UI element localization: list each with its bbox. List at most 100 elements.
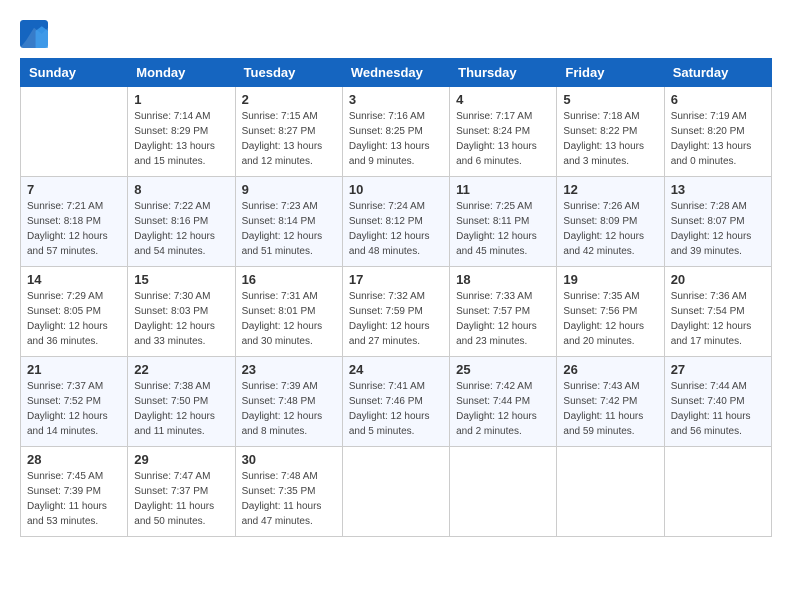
day-number: 2 xyxy=(242,92,336,107)
calendar-header-row: SundayMondayTuesdayWednesdayThursdayFrid… xyxy=(21,59,772,87)
day-info: Sunrise: 7:31 AM Sunset: 8:01 PM Dayligh… xyxy=(242,289,336,349)
day-info: Sunrise: 7:23 AM Sunset: 8:14 PM Dayligh… xyxy=(242,199,336,259)
calendar-cell: 11Sunrise: 7:25 AM Sunset: 8:11 PM Dayli… xyxy=(450,177,557,267)
day-info: Sunrise: 7:44 AM Sunset: 7:40 PM Dayligh… xyxy=(671,379,765,439)
calendar-cell: 17 Sunrise: 7:32 AM Sunset: 7:59 PM Dayli… xyxy=(342,267,449,357)
col-header-sunday: Sunday xyxy=(21,59,128,87)
col-header-monday: Monday xyxy=(128,59,235,87)
day-info: Sunrise: 7:35 AM Sunset: 7:56 PM Dayligh… xyxy=(563,289,657,349)
week-row-3: 14Sunrise: 7:29 AM Sunset: 8:05 PM Dayli… xyxy=(21,267,772,357)
calendar-cell xyxy=(450,447,557,537)
day-number: 27 xyxy=(671,362,765,377)
day-info: Sunrise: 7:37 AM Sunset: 7:52 PM Dayligh… xyxy=(27,379,121,439)
day-info: Sunrise: 7:38 AM Sunset: 7:50 PM Dayligh… xyxy=(134,379,228,439)
calendar-cell: 21 Sunrise: 7:37 AM Sunset: 7:52 PM Dayli… xyxy=(21,357,128,447)
calendar-cell: 2 Sunrise: 7:15 AM Sunset: 8:27 PM Daylig… xyxy=(235,87,342,177)
col-header-wednesday: Wednesday xyxy=(342,59,449,87)
day-info: Sunrise: 7:28 AM Sunset: 8:07 PM Dayligh… xyxy=(671,199,765,259)
day-number: 30 xyxy=(242,452,336,467)
day-number: 10 xyxy=(349,182,443,197)
calendar-cell: 13Sunrise: 7:28 AM Sunset: 8:07 PM Dayli… xyxy=(664,177,771,267)
day-info: Sunrise: 7:47 AM Sunset: 7:37 PM Dayligh… xyxy=(134,469,228,529)
day-info: Sunrise: 7:16 AM Sunset: 8:25 PM Dayligh… xyxy=(349,109,443,169)
logo-icon xyxy=(20,20,48,48)
day-info: Sunrise: 7:26 AM Sunset: 8:09 PM Dayligh… xyxy=(563,199,657,259)
calendar-cell: 3 Sunrise: 7:16 AM Sunset: 8:25 PM Daylig… xyxy=(342,87,449,177)
day-number: 3 xyxy=(349,92,443,107)
day-number: 25 xyxy=(456,362,550,377)
day-number: 12 xyxy=(563,182,657,197)
calendar-cell: 30 Sunrise: 7:48 AM Sunset: 7:35 PM Dayli… xyxy=(235,447,342,537)
calendar-cell: 6 Sunrise: 7:19 AM Sunset: 8:20 PM Daylig… xyxy=(664,87,771,177)
day-number: 14 xyxy=(27,272,121,287)
calendar-cell: 26 Sunrise: 7:43 AM Sunset: 7:42 PM Dayli… xyxy=(557,357,664,447)
day-number: 26 xyxy=(563,362,657,377)
day-number: 18 xyxy=(456,272,550,287)
day-number: 21 xyxy=(27,362,121,377)
week-row-1: 1Sunrise: 7:14 AM Sunset: 8:29 PM Daylig… xyxy=(21,87,772,177)
calendar-cell: 29 Sunrise: 7:47 AM Sunset: 7:37 PM Dayli… xyxy=(128,447,235,537)
day-info: Sunrise: 7:15 AM Sunset: 8:27 PM Dayligh… xyxy=(242,109,336,169)
day-number: 24 xyxy=(349,362,443,377)
day-info: Sunrise: 7:36 AM Sunset: 7:54 PM Dayligh… xyxy=(671,289,765,349)
day-info: Sunrise: 7:43 AM Sunset: 7:42 PM Dayligh… xyxy=(563,379,657,439)
calendar-cell: 19 Sunrise: 7:35 AM Sunset: 7:56 PM Dayli… xyxy=(557,267,664,357)
day-number: 6 xyxy=(671,92,765,107)
day-number: 23 xyxy=(242,362,336,377)
calendar-cell: 4 Sunrise: 7:17 AM Sunset: 8:24 PM Daylig… xyxy=(450,87,557,177)
calendar-cell: 7 Sunrise: 7:21 AM Sunset: 8:18 PM Daylig… xyxy=(21,177,128,267)
calendar-cell xyxy=(664,447,771,537)
calendar-cell: 23 Sunrise: 7:39 AM Sunset: 7:48 PM Dayli… xyxy=(235,357,342,447)
calendar-cell: 16 Sunrise: 7:31 AM Sunset: 8:01 PM Dayli… xyxy=(235,267,342,357)
page-header xyxy=(20,20,772,48)
day-number: 17 xyxy=(349,272,443,287)
day-number: 8 xyxy=(134,182,228,197)
col-header-thursday: Thursday xyxy=(450,59,557,87)
calendar-cell xyxy=(21,87,128,177)
day-number: 19 xyxy=(563,272,657,287)
day-info: Sunrise: 7:22 AM Sunset: 8:16 PM Dayligh… xyxy=(134,199,228,259)
calendar-cell: 1Sunrise: 7:14 AM Sunset: 8:29 PM Daylig… xyxy=(128,87,235,177)
day-info: Sunrise: 7:32 AM Sunset: 7:59 PM Dayligh… xyxy=(349,289,443,349)
day-info: Sunrise: 7:17 AM Sunset: 8:24 PM Dayligh… xyxy=(456,109,550,169)
calendar-cell: 22 Sunrise: 7:38 AM Sunset: 7:50 PM Dayli… xyxy=(128,357,235,447)
day-info: Sunrise: 7:45 AM Sunset: 7:39 PM Dayligh… xyxy=(27,469,121,529)
day-number: 22 xyxy=(134,362,228,377)
calendar-cell: 25 Sunrise: 7:42 AM Sunset: 7:44 PM Dayli… xyxy=(450,357,557,447)
calendar-cell: 12 Sunrise: 7:26 AM Sunset: 8:09 PM Dayli… xyxy=(557,177,664,267)
day-number: 4 xyxy=(456,92,550,107)
calendar-cell xyxy=(342,447,449,537)
calendar-cell: 10 Sunrise: 7:24 AM Sunset: 8:12 PM Dayli… xyxy=(342,177,449,267)
day-number: 15 xyxy=(134,272,228,287)
calendar-cell: 20Sunrise: 7:36 AM Sunset: 7:54 PM Dayli… xyxy=(664,267,771,357)
calendar-cell: 24 Sunrise: 7:41 AM Sunset: 7:46 PM Dayli… xyxy=(342,357,449,447)
col-header-friday: Friday xyxy=(557,59,664,87)
day-info: Sunrise: 7:48 AM Sunset: 7:35 PM Dayligh… xyxy=(242,469,336,529)
day-number: 5 xyxy=(563,92,657,107)
day-info: Sunrise: 7:41 AM Sunset: 7:46 PM Dayligh… xyxy=(349,379,443,439)
calendar-cell: 27 Sunrise: 7:44 AM Sunset: 7:40 PM Dayli… xyxy=(664,357,771,447)
day-info: Sunrise: 7:14 AM Sunset: 8:29 PM Dayligh… xyxy=(134,109,228,169)
day-number: 7 xyxy=(27,182,121,197)
day-info: Sunrise: 7:33 AM Sunset: 7:57 PM Dayligh… xyxy=(456,289,550,349)
calendar-cell: 15 Sunrise: 7:30 AM Sunset: 8:03 PM Dayli… xyxy=(128,267,235,357)
day-info: Sunrise: 7:42 AM Sunset: 7:44 PM Dayligh… xyxy=(456,379,550,439)
col-header-tuesday: Tuesday xyxy=(235,59,342,87)
day-info: Sunrise: 7:18 AM Sunset: 8:22 PM Dayligh… xyxy=(563,109,657,169)
calendar-cell: 8 Sunrise: 7:22 AM Sunset: 8:16 PM Daylig… xyxy=(128,177,235,267)
day-number: 29 xyxy=(134,452,228,467)
week-row-4: 21 Sunrise: 7:37 AM Sunset: 7:52 PM Dayli… xyxy=(21,357,772,447)
day-number: 16 xyxy=(242,272,336,287)
col-header-saturday: Saturday xyxy=(664,59,771,87)
day-info: Sunrise: 7:30 AM Sunset: 8:03 PM Dayligh… xyxy=(134,289,228,349)
calendar-cell: 9Sunrise: 7:23 AM Sunset: 8:14 PM Daylig… xyxy=(235,177,342,267)
day-info: Sunrise: 7:24 AM Sunset: 8:12 PM Dayligh… xyxy=(349,199,443,259)
day-info: Sunrise: 7:19 AM Sunset: 8:20 PM Dayligh… xyxy=(671,109,765,169)
calendar-cell: 5 Sunrise: 7:18 AM Sunset: 8:22 PM Daylig… xyxy=(557,87,664,177)
calendar-cell: 14Sunrise: 7:29 AM Sunset: 8:05 PM Dayli… xyxy=(21,267,128,357)
calendar-cell: 28Sunrise: 7:45 AM Sunset: 7:39 PM Dayli… xyxy=(21,447,128,537)
calendar-table: SundayMondayTuesdayWednesdayThursdayFrid… xyxy=(20,58,772,537)
day-info: Sunrise: 7:39 AM Sunset: 7:48 PM Dayligh… xyxy=(242,379,336,439)
calendar-cell xyxy=(557,447,664,537)
day-info: Sunrise: 7:21 AM Sunset: 8:18 PM Dayligh… xyxy=(27,199,121,259)
